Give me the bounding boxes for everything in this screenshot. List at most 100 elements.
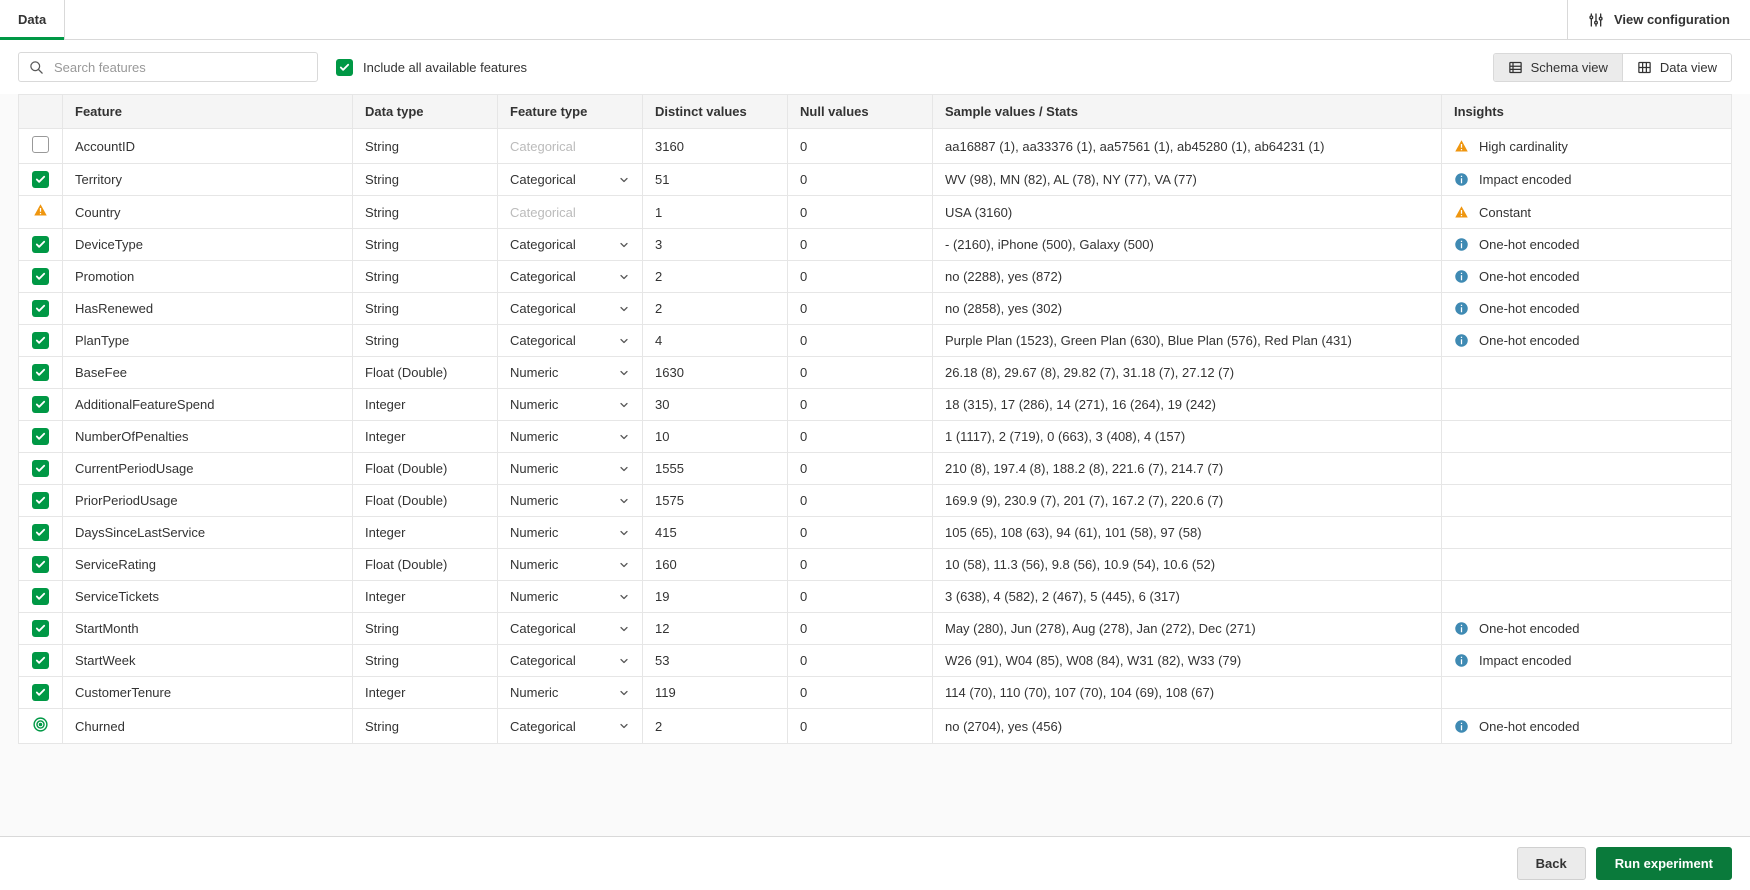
run-experiment-button[interactable]: Run experiment — [1596, 847, 1732, 880]
feature-name: ServiceRating — [63, 549, 353, 581]
chevron-down-icon — [618, 687, 630, 699]
feature-type-dropdown[interactable]: Categorical — [498, 229, 643, 261]
col-data-type[interactable]: Data type — [353, 95, 498, 129]
feature-type-value: Categorical — [510, 139, 576, 154]
row-checkbox[interactable] — [32, 171, 49, 188]
row-checkbox[interactable] — [32, 428, 49, 445]
table-row: StartWeekStringCategorical530W26 (91), W… — [19, 645, 1732, 677]
null-values: 0 — [788, 709, 933, 744]
tab-data[interactable]: Data — [0, 0, 65, 39]
view-toggle: Schema view Data view — [1493, 53, 1732, 82]
feature-type-value: Numeric — [510, 685, 558, 700]
insights-cell: Constant — [1442, 196, 1732, 229]
null-values: 0 — [788, 453, 933, 485]
row-checkbox[interactable] — [32, 364, 49, 381]
feature-type-dropdown[interactable]: Numeric — [498, 549, 643, 581]
feature-type-dropdown[interactable]: Numeric — [498, 517, 643, 549]
insights-cell — [1442, 581, 1732, 613]
col-null[interactable]: Null values — [788, 95, 933, 129]
sample-values: 18 (315), 17 (286), 14 (271), 16 (264), … — [933, 389, 1442, 421]
distinct-values: 1575 — [643, 485, 788, 517]
row-checkbox[interactable] — [32, 332, 49, 349]
data-type: String — [353, 229, 498, 261]
null-values: 0 — [788, 581, 933, 613]
col-sample[interactable]: Sample values / Stats — [933, 95, 1442, 129]
row-checkbox[interactable] — [32, 588, 49, 605]
row-checkbox[interactable] — [32, 300, 49, 317]
insights-cell — [1442, 453, 1732, 485]
chevron-down-icon — [618, 591, 630, 603]
chevron-down-icon — [618, 655, 630, 667]
top-tab-bar: Data View configuration — [0, 0, 1750, 40]
sample-values: 3 (638), 4 (582), 2 (467), 5 (445), 6 (3… — [933, 581, 1442, 613]
data-view-button[interactable]: Data view — [1622, 54, 1731, 81]
feature-type-dropdown[interactable]: Categorical — [498, 325, 643, 357]
distinct-values: 1555 — [643, 453, 788, 485]
row-checkbox[interactable] — [32, 268, 49, 285]
insight-text: Impact encoded — [1479, 172, 1572, 187]
include-all-checkbox[interactable]: Include all available features — [336, 59, 527, 76]
feature-type-dropdown[interactable]: Categorical — [498, 164, 643, 196]
schema-view-button[interactable]: Schema view — [1494, 54, 1622, 81]
col-feature[interactable]: Feature — [63, 95, 353, 129]
distinct-values: 1 — [643, 196, 788, 229]
feature-type-dropdown[interactable]: Categorical — [498, 709, 643, 744]
row-checkbox[interactable] — [32, 684, 49, 701]
feature-type-value: Categorical — [510, 237, 576, 252]
feature-type-value: Categorical — [510, 172, 576, 187]
col-insights[interactable]: Insights — [1442, 95, 1732, 129]
feature-type-dropdown[interactable]: Numeric — [498, 485, 643, 517]
feature-type-dropdown: Categorical — [498, 129, 643, 164]
row-checkbox[interactable] — [32, 524, 49, 541]
col-distinct[interactable]: Distinct values — [643, 95, 788, 129]
chevron-down-icon — [618, 495, 630, 507]
table-row: ChurnedStringCategorical20no (2704), yes… — [19, 709, 1732, 744]
back-button[interactable]: Back — [1517, 847, 1586, 880]
feature-type-dropdown[interactable]: Numeric — [498, 677, 643, 709]
feature-type-dropdown[interactable]: Numeric — [498, 421, 643, 453]
feature-type-dropdown[interactable]: Categorical — [498, 645, 643, 677]
data-type: String — [353, 645, 498, 677]
row-checkbox[interactable] — [32, 556, 49, 573]
row-checkbox[interactable] — [32, 652, 49, 669]
table-row: PriorPeriodUsageFloat (Double)Numeric157… — [19, 485, 1732, 517]
feature-type-dropdown[interactable]: Numeric — [498, 389, 643, 421]
row-checkbox[interactable] — [32, 136, 49, 153]
chevron-down-icon — [618, 239, 630, 251]
feature-type-value: Numeric — [510, 461, 558, 476]
view-configuration-button[interactable]: View configuration — [1567, 0, 1750, 39]
feature-type-dropdown[interactable]: Numeric — [498, 453, 643, 485]
row-checkbox[interactable] — [32, 396, 49, 413]
insight-text: One-hot encoded — [1479, 269, 1579, 284]
col-feature-type[interactable]: Feature type — [498, 95, 643, 129]
row-checkbox[interactable] — [32, 236, 49, 253]
insights-cell — [1442, 549, 1732, 581]
feature-type-value: Numeric — [510, 525, 558, 540]
row-checkbox[interactable] — [32, 492, 49, 509]
footer: Back Run experiment — [0, 836, 1750, 890]
feature-type-dropdown[interactable]: Categorical — [498, 261, 643, 293]
row-checkbox[interactable] — [32, 460, 49, 477]
search-input[interactable] — [52, 59, 307, 76]
data-type: Float (Double) — [353, 549, 498, 581]
data-type: String — [353, 261, 498, 293]
feature-type-dropdown[interactable]: Numeric — [498, 357, 643, 389]
tab-data-label: Data — [18, 12, 46, 27]
table-row: CurrentPeriodUsageFloat (Double)Numeric1… — [19, 453, 1732, 485]
warning-icon — [1454, 139, 1469, 154]
insight-text: One-hot encoded — [1479, 621, 1579, 636]
data-type: Integer — [353, 581, 498, 613]
row-checkbox[interactable] — [32, 620, 49, 637]
search-features-field[interactable] — [18, 52, 318, 82]
feature-type-dropdown[interactable]: Numeric — [498, 581, 643, 613]
table-row: ServiceTicketsIntegerNumeric1903 (638), … — [19, 581, 1732, 613]
insight-text: High cardinality — [1479, 139, 1568, 154]
feature-name: PriorPeriodUsage — [63, 485, 353, 517]
info-icon — [1454, 269, 1469, 284]
feature-type-dropdown[interactable]: Categorical — [498, 293, 643, 325]
info-icon — [1454, 621, 1469, 636]
null-values: 0 — [788, 261, 933, 293]
feature-type-dropdown[interactable]: Categorical — [498, 613, 643, 645]
target-icon — [32, 716, 49, 733]
chevron-down-icon — [618, 623, 630, 635]
